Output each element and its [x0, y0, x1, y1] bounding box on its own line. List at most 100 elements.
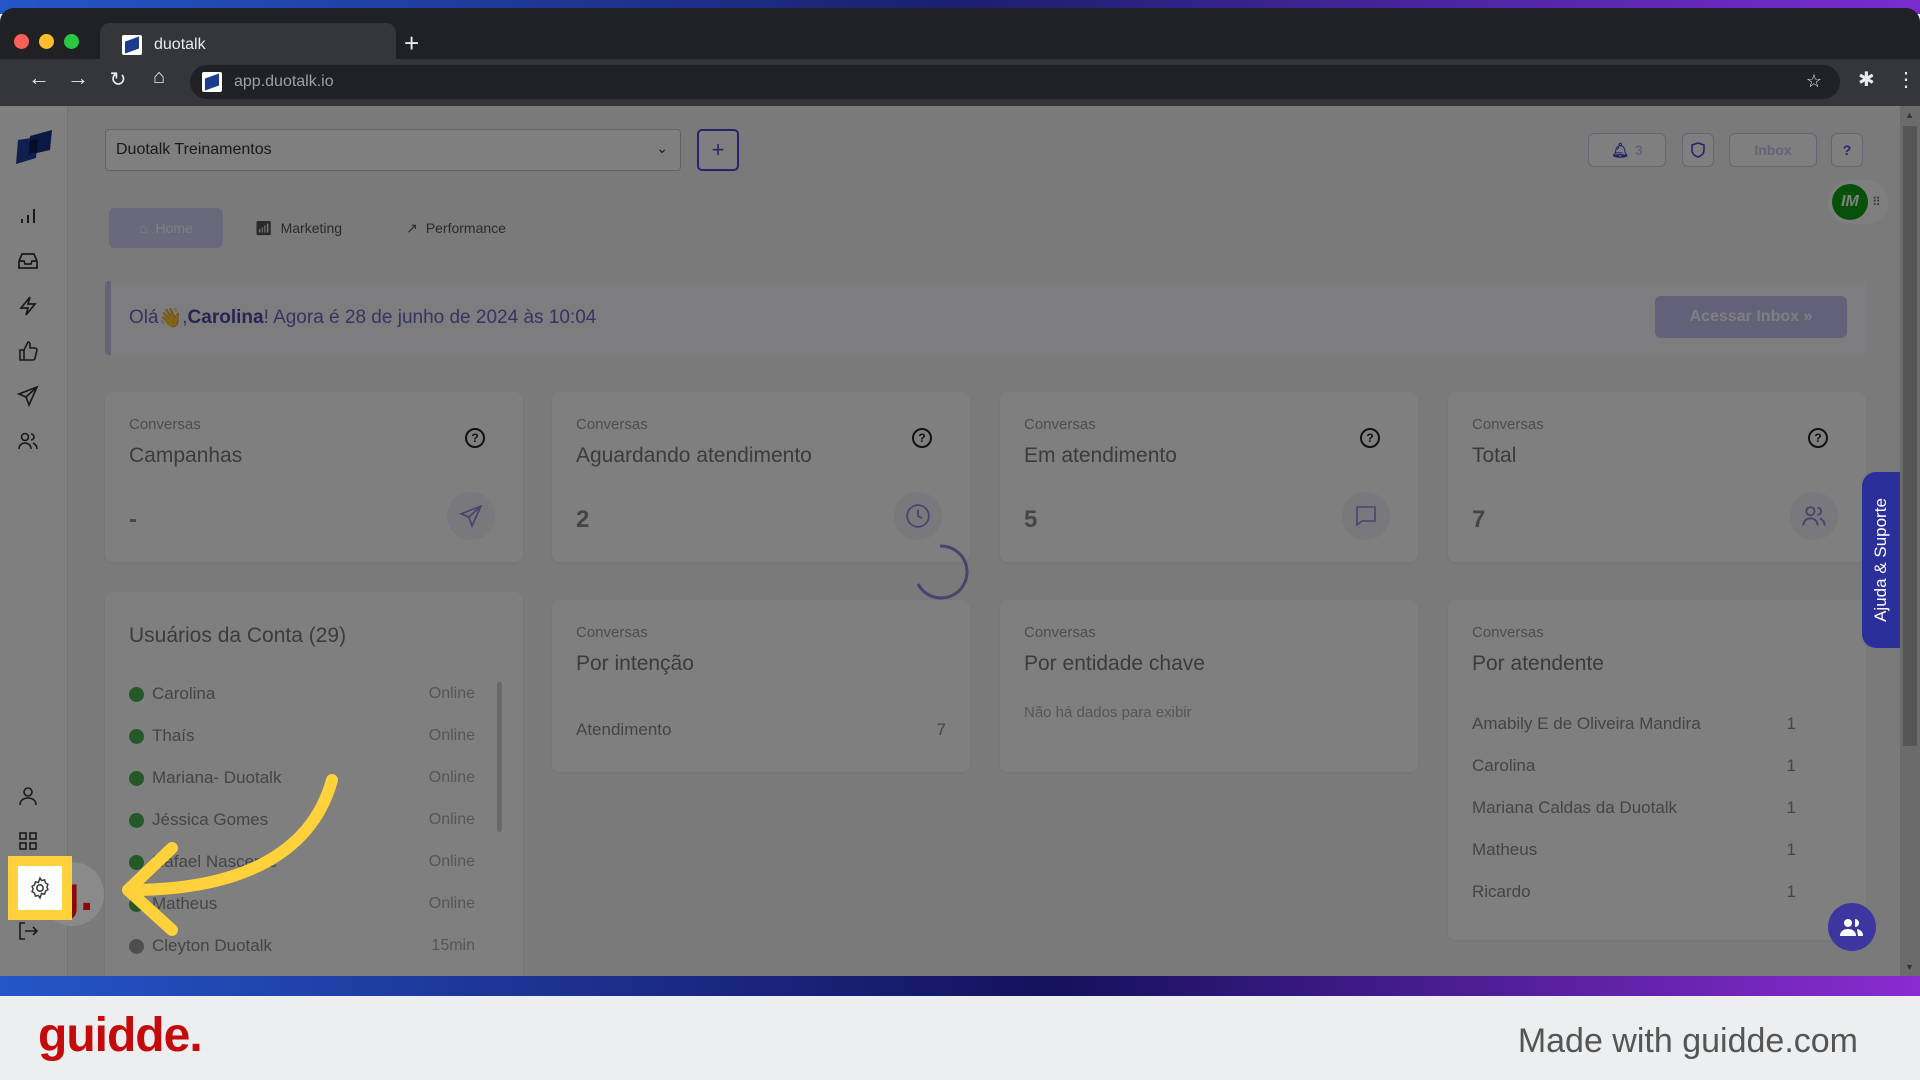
minimize-window-button[interactable] — [39, 34, 54, 49]
bar-chart-icon: 📶︎ — [254, 219, 273, 236]
scroll-up-arrow-icon[interactable]: ▲ — [1905, 110, 1914, 120]
card-title: Por intenção — [576, 652, 694, 675]
gear-icon — [31, 876, 49, 900]
help-support-label: Ajuda & Suporte — [1871, 498, 1890, 622]
scroll-down-arrow-icon[interactable]: ▼ — [1905, 962, 1914, 972]
team-chat-button[interactable] — [1828, 903, 1876, 951]
table-row: Ricardo 1 — [1472, 882, 1796, 902]
sidebar-item-logout[interactable] — [14, 917, 42, 945]
account-select[interactable]: Duotalk Treinamentos ⌄ — [105, 129, 681, 171]
browser-menu-icon[interactable]: ⋮ — [1896, 67, 1916, 92]
maximize-window-button[interactable] — [64, 34, 79, 49]
reload-icon[interactable]: ↻ — [103, 67, 133, 92]
bar-chart-icon — [21, 209, 35, 223]
status-dot — [129, 728, 144, 744]
chevron-down-icon: ⌄ — [656, 140, 668, 156]
sidebar-item-profile[interactable] — [14, 782, 42, 810]
account-users-title: Usuários da Conta (29) — [129, 624, 347, 647]
url-text: app.duotalk.io — [234, 73, 334, 90]
stat-value: - — [129, 506, 137, 533]
forward-icon[interactable]: → — [63, 65, 93, 91]
send-icon — [17, 385, 39, 407]
drag-handle-icon[interactable]: ⠿ — [1872, 195, 1881, 209]
home-icon[interactable]: ⌂ — [144, 66, 174, 89]
tab-home[interactable]: ⌂ Home — [109, 208, 223, 248]
question-icon[interactable]: ? — [1360, 428, 1380, 448]
sidebar-item-settings[interactable] — [18, 866, 62, 910]
clock-icon — [894, 492, 942, 540]
sidebar-item-satisfaction[interactable] — [14, 337, 42, 365]
table-row: Carolina 1 — [1472, 756, 1796, 776]
stat-label: Conversas — [1472, 416, 1544, 433]
sidebar-item-contacts[interactable] — [14, 427, 42, 455]
intent-value: 7 — [936, 720, 946, 739]
logout-icon — [19, 922, 39, 940]
help-support-tab[interactable]: Ajuda & Suporte — [1862, 472, 1900, 648]
user-status: Online — [428, 685, 475, 702]
users-list-scrollbar[interactable] — [497, 682, 502, 832]
inbox-icon — [18, 253, 38, 269]
table-row: Mariana Caldas da Duotalk 1 — [1472, 798, 1796, 818]
stat-title: Aguardando atendimento — [576, 444, 812, 467]
settings-highlight — [8, 856, 72, 920]
sidebar-item-inbox[interactable] — [14, 247, 42, 275]
new-tab-button[interactable]: + — [404, 28, 419, 59]
extensions-icon[interactable]: ✱ — [1858, 67, 1875, 92]
tab-marketing-label: Marketing — [280, 220, 343, 236]
user-name: Thaís — [152, 726, 195, 745]
access-inbox-button[interactable]: Acessar Inbox » — [1655, 296, 1847, 338]
list-item[interactable]: Thaís Online — [129, 726, 475, 746]
inbox-button[interactable]: Inbox — [1729, 133, 1817, 167]
question-icon[interactable]: ? — [465, 428, 485, 448]
agent-name: Matheus — [1472, 840, 1538, 859]
agent-name: Amabily E de Oliveira Mandira — [1472, 714, 1701, 733]
browser-toolbar: ← → ↻ ⌂ app.duotalk.io ☆ ✱ ⋮ — [0, 59, 1920, 106]
stat-value: 5 — [1024, 506, 1038, 533]
question-icon[interactable]: ? — [1808, 428, 1828, 448]
window-controls — [14, 34, 79, 49]
users-icon — [1840, 919, 1863, 936]
empty-state-text: Não há dados para exibir — [1024, 704, 1192, 721]
add-account-button[interactable]: + — [697, 129, 739, 171]
stat-value: 7 — [1472, 506, 1486, 533]
scrollbar-thumb[interactable] — [1903, 126, 1917, 746]
sidebar-item-campaigns[interactable] — [14, 382, 42, 410]
stat-label: Conversas — [576, 416, 648, 433]
stat-value: 2 — [576, 506, 590, 533]
site-favicon — [202, 72, 222, 92]
help-button[interactable]: ? — [1831, 133, 1863, 167]
page-scrollbar[interactable]: ▲ ▼ — [1900, 106, 1920, 976]
users-icon — [1790, 492, 1838, 540]
stat-card-em-atendimento: Conversas Em atendimento ? 5 — [1000, 392, 1418, 562]
card-label: Conversas — [1024, 624, 1096, 641]
tab-marketing[interactable]: 📶︎ Marketing — [223, 208, 374, 248]
stat-card-campanhas: Conversas Campanhas ? - — [105, 392, 523, 562]
agent-card: Conversas Por atendente Amabily E de Oli… — [1448, 600, 1866, 940]
sidebar-item-dashboard[interactable] — [14, 202, 42, 230]
account-select-value: Duotalk Treinamentos — [116, 141, 272, 158]
address-bar[interactable]: app.duotalk.io ☆ — [190, 65, 1840, 99]
question-icon[interactable]: ? — [912, 428, 932, 448]
home-icon: ⌂ — [139, 220, 148, 236]
duotalk-logo[interactable] — [14, 128, 54, 168]
user-status: Online — [428, 727, 475, 744]
greeting-banner: Olá 👋 , Carolina ! Agora é 28 de junho d… — [105, 281, 1867, 355]
back-icon[interactable]: ← — [24, 65, 54, 91]
sidebar — [0, 106, 68, 976]
close-window-button[interactable] — [14, 34, 29, 49]
user-icon — [19, 787, 37, 806]
made-with-text: Made with guidde.com — [1517, 1022, 1858, 1060]
footer-gradient — [0, 976, 1920, 996]
users-icon — [18, 432, 38, 450]
stat-card-total: Conversas Total ? 7 — [1448, 392, 1866, 562]
stat-title: Em atendimento — [1024, 444, 1177, 467]
sidebar-item-apps[interactable] — [14, 827, 42, 855]
trending-up-icon: ↗ — [406, 219, 418, 236]
tab-performance[interactable]: ↗ Performance — [374, 208, 538, 248]
user-avatar-menu[interactable]: IM ⠿ — [1828, 180, 1888, 224]
list-item[interactable]: Carolina Online — [129, 684, 475, 704]
notifications-button[interactable]: 🔔︎ 3 — [1588, 133, 1666, 167]
shield-button[interactable] — [1682, 133, 1714, 167]
sidebar-item-automation[interactable] — [14, 292, 42, 320]
bookmark-star-icon[interactable]: ☆ — [1806, 71, 1822, 92]
